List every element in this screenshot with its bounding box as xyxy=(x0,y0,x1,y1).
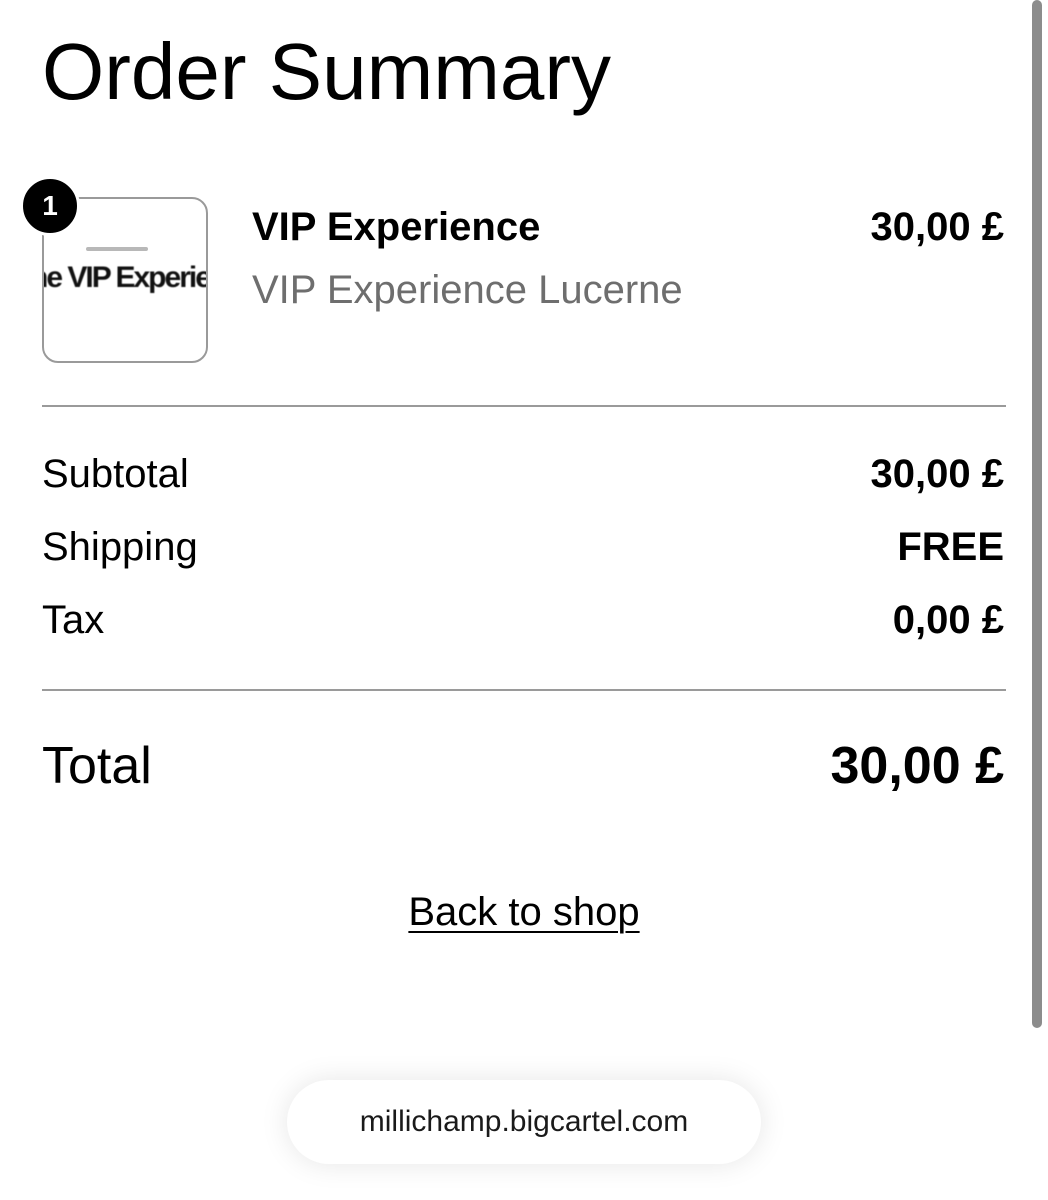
item-price: 30,00 £ xyxy=(870,205,1004,249)
item-name: VIP Experience xyxy=(252,205,541,249)
thumbnail-small-text xyxy=(86,247,148,251)
divider xyxy=(42,689,1006,691)
total-value: 30,00 £ xyxy=(830,737,1005,795)
back-to-shop-link[interactable]: Back to shop xyxy=(408,890,639,934)
tax-label: Tax xyxy=(42,598,105,642)
shipping-value: FREE xyxy=(897,525,1004,569)
order-summary-page: Order Summary he VIP Experience 1 VIP Ex… xyxy=(0,0,1048,1200)
quantity-badge: 1 xyxy=(20,176,80,236)
subtotal-label: Subtotal xyxy=(42,452,189,496)
back-to-shop-container: Back to shop xyxy=(0,890,1048,935)
page-title: Order Summary xyxy=(42,27,611,116)
divider xyxy=(42,405,1006,407)
url-bar[interactable]: millichamp.bigcartel.com xyxy=(287,1080,761,1164)
scrollbar[interactable] xyxy=(1032,0,1042,1028)
shipping-label: Shipping xyxy=(42,525,198,569)
item-variant: VIP Experience Lucerne xyxy=(252,268,683,312)
tax-value: 0,00 £ xyxy=(892,598,1004,642)
thumbnail-text: he VIP Experience xyxy=(44,261,208,294)
total-label: Total xyxy=(42,737,152,795)
subtotal-value: 30,00 £ xyxy=(870,452,1004,496)
